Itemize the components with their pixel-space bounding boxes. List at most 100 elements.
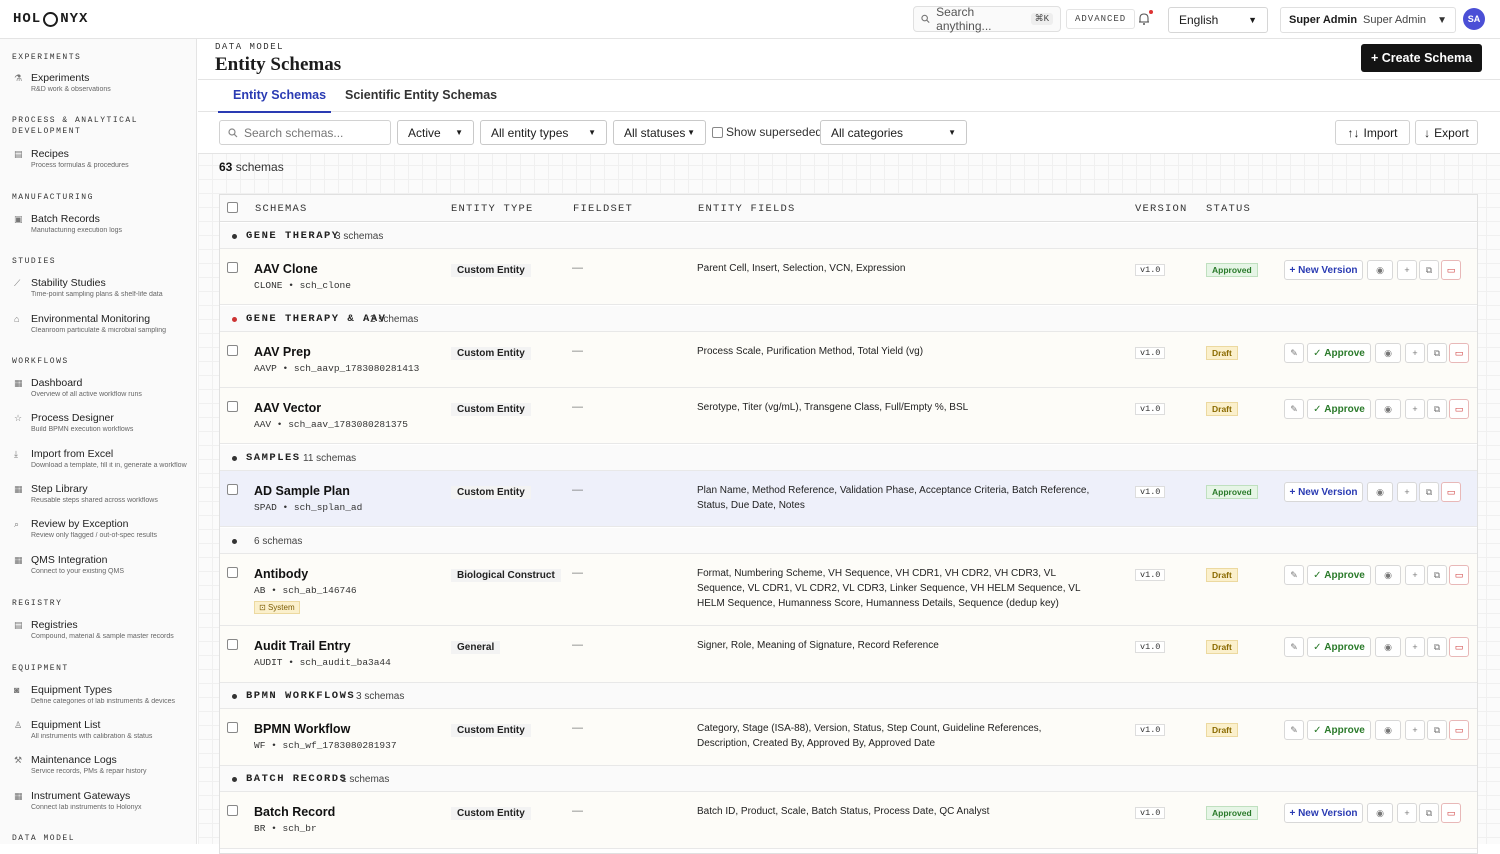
column-header-entity-type[interactable]: ENTITY TYPE [451, 203, 534, 215]
logo[interactable]: HOL NYX [13, 11, 88, 27]
column-header-status[interactable]: STATUS [1206, 203, 1251, 215]
schema-name[interactable]: AAV Vector [254, 401, 321, 415]
row-checkbox[interactable] [227, 805, 238, 816]
schema-search-input[interactable]: Search schemas... [219, 120, 391, 145]
copy-icon[interactable]: ⧉ [1427, 399, 1447, 419]
column-header-schemas[interactable]: SCHEMAS [255, 203, 308, 215]
add-icon[interactable]: + [1405, 343, 1425, 363]
schema-name[interactable]: Batch Record [254, 805, 335, 819]
table-row[interactable]: AD Sample Plan SPAD • sch_splan_ad Custo… [220, 471, 1477, 527]
tab-scientific-entity-schemas[interactable]: Scientific Entity Schemas [345, 88, 497, 102]
status-select[interactable]: All statuses ▼ [613, 120, 706, 145]
delete-icon[interactable]: ▭ [1441, 482, 1461, 502]
user-role-select[interactable]: Super Admin Super Admin ▼ [1280, 7, 1456, 33]
view-eye-icon[interactable]: ◉ [1367, 482, 1393, 502]
add-icon[interactable]: + [1405, 565, 1425, 585]
view-eye-icon[interactable]: ◉ [1367, 260, 1393, 280]
column-header-fieldset[interactable]: FIELDSET [573, 203, 633, 215]
language-select[interactable]: English ▼ [1168, 7, 1268, 33]
group-header[interactable]: GENE THERAPY 3 schemas [220, 223, 1477, 249]
schema-name[interactable]: AD Sample Plan [254, 484, 350, 498]
import-button[interactable]: ↑↓ Import [1335, 120, 1410, 145]
show-superseded-checkbox[interactable] [712, 127, 723, 138]
row-checkbox[interactable] [227, 567, 238, 578]
edit-icon[interactable]: ✎ [1284, 399, 1304, 419]
row-checkbox[interactable] [227, 401, 238, 412]
copy-icon[interactable]: ⧉ [1419, 260, 1439, 280]
group-header[interactable]: BATCH RECORDS 1 schemas [220, 766, 1477, 792]
delete-icon[interactable]: ▭ [1449, 399, 1469, 419]
table-row[interactable]: BPMN Workflow WF • sch_wf_1783080281937 … [220, 709, 1477, 766]
approve-button[interactable]: ✓ Approve [1307, 565, 1371, 585]
table-row[interactable]: Antibody AB • sch_ab_146746 ⊡ System Bio… [220, 554, 1477, 626]
add-icon[interactable]: + [1397, 260, 1417, 280]
approve-button[interactable]: ✓ Approve [1307, 720, 1371, 740]
table-row[interactable]: AAV Vector AAV • sch_aav_1783080281375 C… [220, 388, 1477, 444]
create-schema-button[interactable]: + Create Schema [1361, 44, 1482, 72]
new-version-button[interactable]: + New Version [1284, 482, 1363, 502]
notification-bell-icon[interactable] [1137, 10, 1153, 26]
add-icon[interactable]: + [1405, 637, 1425, 657]
column-header-version[interactable]: VERSION [1135, 203, 1188, 215]
row-checkbox[interactable] [227, 639, 238, 650]
schema-name[interactable]: Antibody [254, 567, 308, 581]
schema-name[interactable]: BPMN Workflow [254, 722, 350, 736]
state-select[interactable]: Active ▼ [397, 120, 474, 145]
export-button[interactable]: ↓ Export [1415, 120, 1478, 145]
group-header[interactable]: 6 schemas [220, 528, 1477, 554]
edit-icon[interactable]: ✎ [1284, 637, 1304, 657]
delete-icon[interactable]: ▭ [1449, 343, 1469, 363]
view-eye-icon[interactable]: ◉ [1375, 399, 1401, 419]
group-header[interactable]: GENE THERAPY & AAV 2 schemas [220, 306, 1477, 332]
delete-icon[interactable]: ▭ [1449, 637, 1469, 657]
global-search-input[interactable]: Search anything... ⌘K [913, 5, 1061, 33]
approve-button[interactable]: ✓ Approve [1307, 637, 1371, 657]
table-row[interactable]: AAV Prep AAVP • sch_aavp_1783080281413 C… [220, 332, 1477, 388]
approve-button[interactable]: ✓ Approve [1307, 399, 1371, 419]
add-icon[interactable]: + [1397, 482, 1417, 502]
row-checkbox[interactable] [227, 262, 238, 273]
table-row[interactable]: Batch Record BR • sch_br Custom Entity —… [220, 792, 1477, 849]
edit-icon[interactable]: ✎ [1284, 565, 1304, 585]
copy-icon[interactable]: ⧉ [1419, 482, 1439, 502]
copy-icon[interactable]: ⧉ [1427, 343, 1447, 363]
schema-name[interactable]: AAV Clone [254, 262, 318, 276]
schema-name[interactable]: Audit Trail Entry [254, 639, 351, 653]
tab-entity-schemas[interactable]: Entity Schemas [233, 88, 326, 102]
add-icon[interactable]: + [1405, 399, 1425, 419]
group-header[interactable]: BPMN WORKFLOWS 3 schemas [220, 683, 1477, 709]
new-version-button[interactable]: + New Version [1284, 803, 1363, 823]
column-header-entity-fields[interactable]: ENTITY FIELDS [698, 203, 796, 215]
edit-icon[interactable]: ✎ [1284, 720, 1304, 740]
table-row[interactable]: AAV Clone CLONE • sch_clone Custom Entit… [220, 249, 1477, 305]
copy-icon[interactable]: ⧉ [1427, 720, 1447, 740]
avatar[interactable]: SA [1463, 8, 1485, 30]
add-icon[interactable]: + [1405, 720, 1425, 740]
approve-button[interactable]: ✓ Approve [1307, 343, 1371, 363]
copy-icon[interactable]: ⧉ [1427, 565, 1447, 585]
delete-icon[interactable]: ▭ [1441, 803, 1461, 823]
new-version-button[interactable]: + New Version [1284, 260, 1363, 280]
copy-icon[interactable]: ⧉ [1427, 637, 1447, 657]
category-select[interactable]: All categories ▼ [820, 120, 967, 145]
delete-icon[interactable]: ▭ [1449, 720, 1469, 740]
view-eye-icon[interactable]: ◉ [1375, 343, 1401, 363]
view-eye-icon[interactable]: ◉ [1367, 803, 1393, 823]
table-row[interactable]: Audit Trail Entry AUDIT • sch_audit_ba3a… [220, 626, 1477, 683]
delete-icon[interactable]: ▭ [1449, 565, 1469, 585]
view-eye-icon[interactable]: ◉ [1375, 637, 1401, 657]
delete-icon[interactable]: ▭ [1441, 260, 1461, 280]
row-checkbox[interactable] [227, 722, 238, 733]
select-all-checkbox[interactable] [227, 202, 238, 213]
advanced-button[interactable]: ADVANCED [1066, 9, 1136, 29]
entity-type-select[interactable]: All entity types ▼ [480, 120, 607, 145]
add-icon[interactable]: + [1397, 803, 1417, 823]
row-checkbox[interactable] [227, 484, 238, 495]
view-eye-icon[interactable]: ◉ [1375, 565, 1401, 585]
group-header[interactable]: SAMPLES 11 schemas [220, 445, 1477, 471]
edit-icon[interactable]: ✎ [1284, 343, 1304, 363]
schema-name[interactable]: AAV Prep [254, 345, 311, 359]
copy-icon[interactable]: ⧉ [1419, 803, 1439, 823]
view-eye-icon[interactable]: ◉ [1375, 720, 1401, 740]
row-checkbox[interactable] [227, 345, 238, 356]
